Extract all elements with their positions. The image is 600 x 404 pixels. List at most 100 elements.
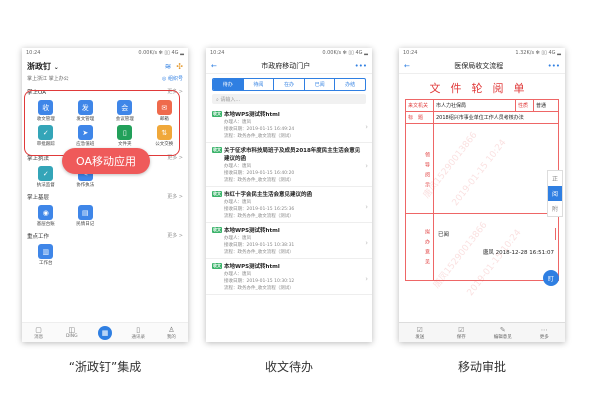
action-label: 更多 xyxy=(539,334,549,340)
form-row-source: 来文机关 市人力社保局 性质 普通 xyxy=(406,100,558,112)
side-tab-switcher: 正阅附 xyxy=(547,170,563,217)
form-row-title: 标 题 2018绍兴市事业单位工作人员考核办法 xyxy=(406,112,558,124)
doc-process: 流程：政务办件_收文流程（测试） xyxy=(224,178,294,183)
doc-date: 接收日期：2019-01-15 16:25:36 xyxy=(224,207,295,212)
doc-process: 流程：政务办件_收文流程（测试） xyxy=(224,214,294,219)
app-label: 工作台 xyxy=(39,261,53,266)
chevron-right-icon: › xyxy=(365,162,368,171)
side-tab-2[interactable]: 附 xyxy=(548,201,562,216)
side-tab-0[interactable]: 正 xyxy=(548,171,562,186)
action-label: 保存 xyxy=(456,334,466,340)
status-bar: 10:24 0.00K/s ✻ ▯▯ 4G ▂ xyxy=(22,48,188,58)
app-title[interactable]: 浙政钉 ⌄ xyxy=(27,61,59,72)
action-icon: ⋯ xyxy=(540,325,548,334)
section-key-work-title: 重点工作 更多 > xyxy=(27,233,183,240)
doc-tag: 收文 xyxy=(212,147,222,153)
app-header: 浙政钉 ⌄ ≋ ✣ xyxy=(22,58,188,74)
doc-handler: 办理人：唐凤 xyxy=(224,236,251,241)
doc-title-row: 收文 本地WPS测试转html xyxy=(212,110,364,118)
tab-label: DING xyxy=(65,334,78,339)
phone1.section3_apps-app-item[interactable]: ▤ 民情日记 xyxy=(66,205,106,227)
page-title: 医保局收文流程 xyxy=(454,61,504,70)
org-link[interactable]: ◎ 组织号 xyxy=(162,75,183,82)
caption-inbox: 收文待办 xyxy=(264,360,313,374)
doc-tag: 收文 xyxy=(212,191,222,197)
doc-date: 接收日期：2019-01-15 16:40:20 xyxy=(224,171,295,176)
action-button-3[interactable]: ⋯ 更多 xyxy=(524,323,566,342)
grassroots-app-grid: ◉ 基层台账 ▤ 民情日记 xyxy=(22,203,188,229)
more-menu-icon[interactable]: ••• xyxy=(355,62,367,70)
app-icon: ◉ xyxy=(38,205,54,220)
phone-approval: 10:24 1.32K/s ✻ ▯▯ 4G ▂ ← 医保局收文流程 ••• 文件… xyxy=(399,48,565,342)
list-item[interactable]: 收文 本地WPS测试转html 办理人：唐凤 接收日期：2019-01-15 10:3… xyxy=(206,259,372,295)
app-icon: ✓ xyxy=(38,166,54,181)
doc-title-row: 收文 市红十字会民主生活会意见建议的函 xyxy=(212,190,364,198)
status-indicators: 0.00K/s ✻ ▯▯ 4G ▂ xyxy=(138,50,184,56)
chevron-right-icon: › xyxy=(365,122,368,131)
doc-date: 接收日期：2019-01-15 16:49:24 xyxy=(224,127,295,132)
list-item[interactable]: 收文 本地WPS测试转html 办理人：唐凤 接收日期：2019-01-15 10:3… xyxy=(206,223,372,259)
tab-4[interactable]: ♙ 我的 xyxy=(155,323,188,342)
caption-approval: 移动审批 xyxy=(457,360,506,374)
doc-title: 本地WPS测试转html xyxy=(224,112,280,118)
page-title: 市政府移动门户 xyxy=(261,61,311,70)
tab-icon: ◫ xyxy=(68,326,76,334)
location-left: 掌上浙江 掌上办公 xyxy=(27,76,69,82)
form-title: 文件轮阅单 xyxy=(429,82,535,95)
action-button-1[interactable]: ☑ 保存 xyxy=(441,323,483,342)
status-bar: 10:24 1.32K/s ✻ ▯▯ 4G ▂ xyxy=(403,50,561,56)
segment-tab-2[interactable]: 在办 xyxy=(274,79,305,90)
doc-title-row: 收文 关于征求市科技局班子及成员2018年度民主生活会意见建议的函 xyxy=(212,146,364,162)
tab-label: 我的 xyxy=(166,334,176,340)
app-icon: ▤ xyxy=(77,205,93,220)
segment-tab-3[interactable]: 已阅 xyxy=(305,79,336,90)
doc-handler: 办理人：唐凤 xyxy=(224,164,251,169)
app-label: 基层台账 xyxy=(36,222,55,227)
status-segment-control: 待办 待阅 在办 已阅 办结 xyxy=(212,78,366,91)
doc-title: 市红十字会民主生活会意见建议的函 xyxy=(224,192,313,198)
app-label: 执法监督 xyxy=(36,183,55,188)
segment-tab-0[interactable]: 待办 xyxy=(213,79,244,90)
section-grassroots-title: 掌上基层 更多 > xyxy=(27,194,183,201)
doc-date: 接收日期：2019-01-15 10:38:31 xyxy=(224,243,295,248)
list-item[interactable]: 收文 市红十字会民主生活会意见建议的函 办理人：唐凤 接收日期：2019-01-15 … xyxy=(206,187,372,223)
segment-tab-1[interactable]: 待阅 xyxy=(244,79,275,90)
phone1.section4_apps-app-item[interactable]: ▥ 工作台 xyxy=(26,244,66,266)
tab-label: 消息 xyxy=(34,334,44,340)
chevron-down-icon: ⌄ xyxy=(53,63,59,71)
chevron-right-icon: › xyxy=(365,202,368,211)
signal-icon[interactable]: ≋ xyxy=(165,62,172,71)
tab-1[interactable]: ◫ DING xyxy=(55,323,88,342)
phone1.section3_apps-app-item[interactable]: ◉ 基层台账 xyxy=(26,205,66,227)
nav-bar: ← 医保局收文流程 ••• xyxy=(399,58,565,74)
app-label: 民情日记 xyxy=(76,222,95,227)
search-input[interactable]: ⌕ 请输入... xyxy=(212,94,366,104)
action-icon: ☑ xyxy=(458,325,465,334)
action-button-0[interactable]: ☑ 发送 xyxy=(399,323,441,342)
doc-tag: 收文 xyxy=(212,263,222,269)
doc-process: 流程：政务办件_收文流程（测试） xyxy=(224,134,294,139)
document-list: 收文 本地WPS测试转html 办理人：唐凤 接收日期：2019-01-15 16:4… xyxy=(206,107,372,295)
tab-3[interactable]: ▯ 通讯录 xyxy=(122,323,155,342)
doc-handler: 办理人：唐凤 xyxy=(224,120,251,125)
phone-portal: 10:24 0.00K/s ✻ ▯▯ 4G ▂ ← 市政府移动门户 ••• 待办… xyxy=(206,48,372,342)
list-item[interactable]: 收文 本地WPS测试转html 办理人：唐凤接收日期：2019-01-15 16:4… xyxy=(206,107,372,143)
segment-tab-4[interactable]: 办结 xyxy=(335,79,365,90)
tab-0[interactable]: ▢ 消息 xyxy=(22,323,55,342)
key-work-app-grid: ▥ 工作台 xyxy=(22,242,188,268)
bottom-tab-bar: ▢ 消息 ◫ DING ▦ ▯ 通讯录 ♙ 我的 xyxy=(22,322,188,342)
doc-title-row: 收文 本地WPS测试转html xyxy=(212,262,364,270)
follow-float-button[interactable]: 盯 xyxy=(543,270,559,286)
list-item[interactable]: 收文 关于征求市科技局班子及成员2018年度民主生活会意见建议的函办理人：唐凤接收… xyxy=(206,143,372,187)
side-tab-1[interactable]: 阅 xyxy=(548,186,562,201)
tab-2[interactable]: ▦ xyxy=(88,323,121,342)
nav-bar: ← 市政府移动门户 ••• xyxy=(206,58,372,74)
more-menu-icon[interactable]: ••• xyxy=(548,62,560,70)
phone1.section2_apps-app-item[interactable]: ✓ 执法监督 xyxy=(26,166,66,188)
status-time: 10:24 xyxy=(26,50,41,56)
action-button-2[interactable]: ✎ 编辑意见 xyxy=(482,323,524,342)
doc-process: 流程：政务办件_收文流程（测试） xyxy=(224,286,294,291)
doc-title: 本地WPS测试转html xyxy=(224,264,280,270)
grid-icon[interactable]: ✣ xyxy=(176,62,183,71)
action-bar: ☑ 发送 ☑ 保存 ✎ 编辑意见 ⋯ 更多 xyxy=(399,322,565,342)
